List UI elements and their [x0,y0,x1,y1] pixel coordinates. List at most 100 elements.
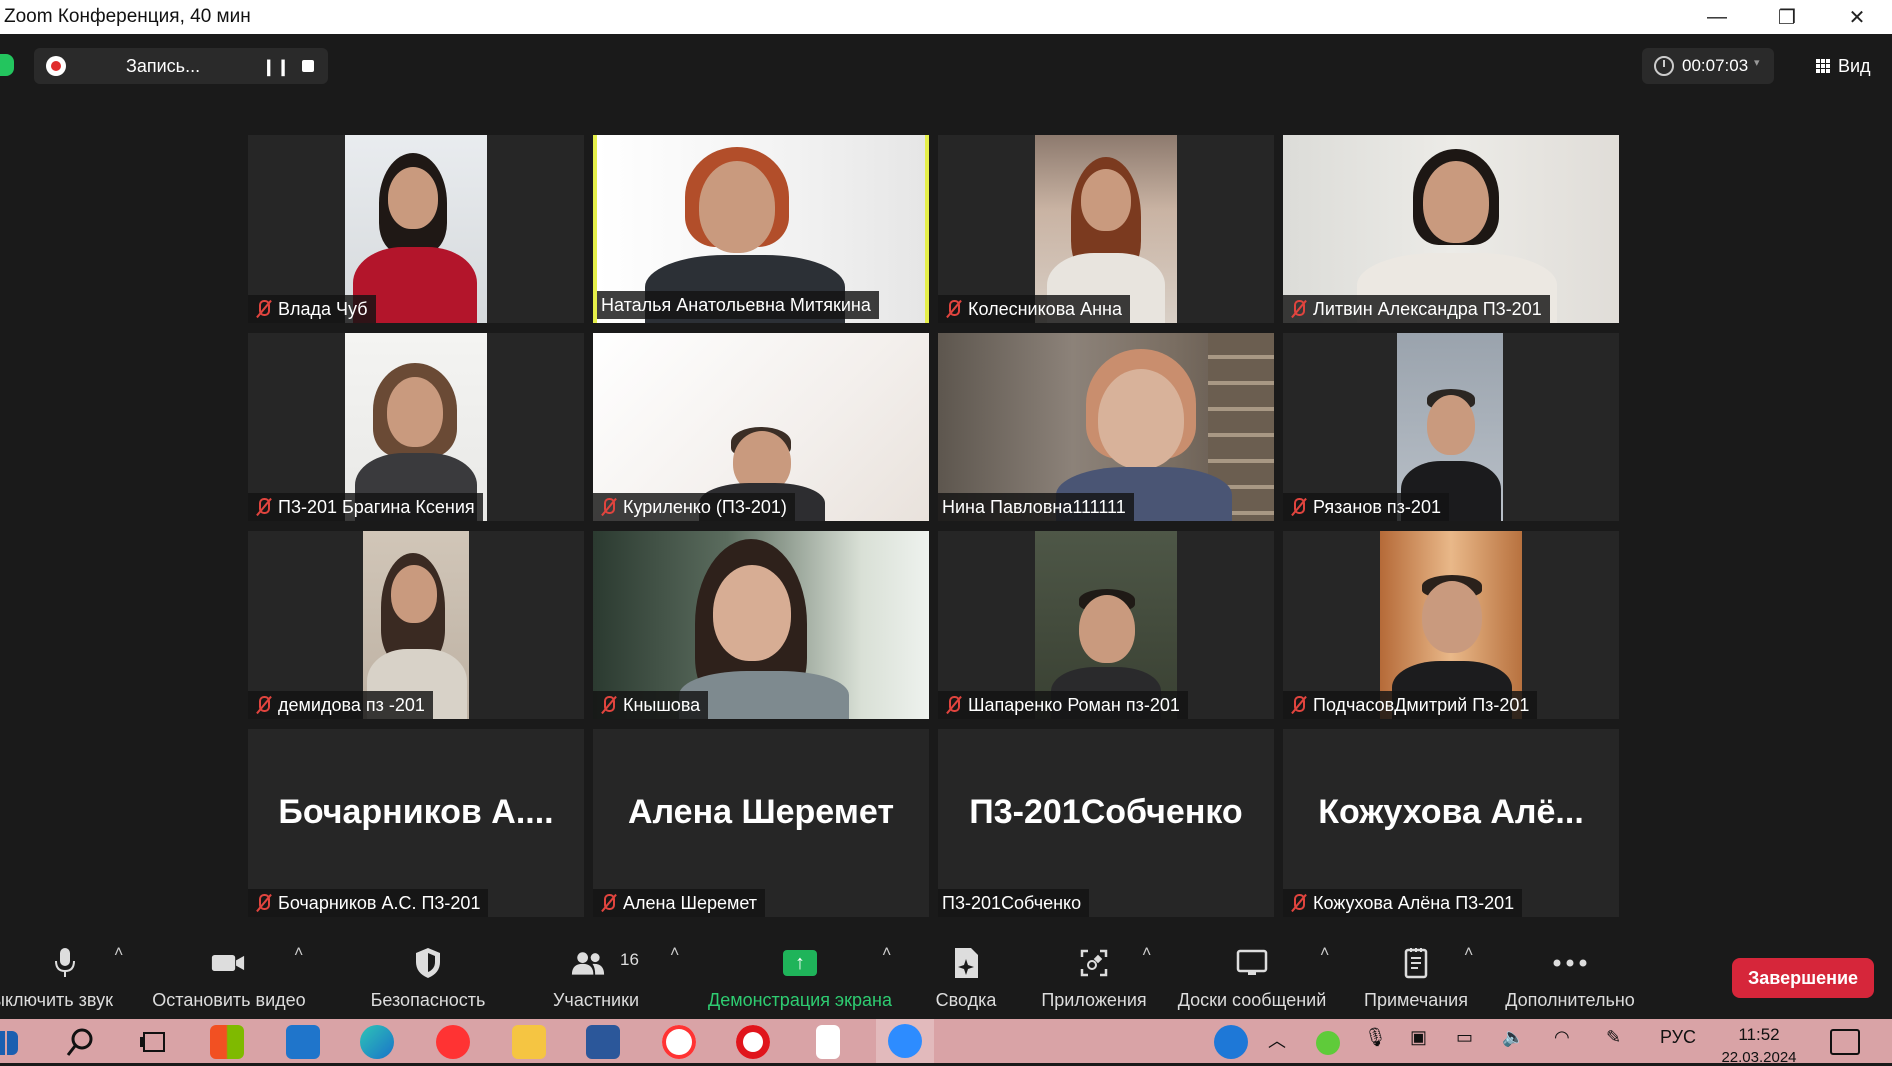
close-button[interactable]: ✕ [1822,0,1892,34]
participant-tile[interactable]: Куриленко (П3-201) [593,333,929,521]
word-icon[interactable] [586,1025,620,1059]
participant-tile-no-video[interactable]: Бочарников А.... Бочарников А.С. П3-201 [248,729,584,917]
pause-recording-button[interactable]: ❙❙ [262,57,291,77]
stop-recording-button[interactable] [302,60,314,72]
participant-tile-active-speaker[interactable]: Наталья Анатольевна Митякина [593,135,929,323]
participant-tile-no-video[interactable]: П3-201Собченко П3-201Собченко [938,729,1274,917]
participant-tile[interactable]: демидова пз -201 [248,531,584,719]
participants-button[interactable]: 16 ˄ Участники [540,930,679,1019]
zoom-taskbar-item[interactable] [876,1019,934,1063]
windows-start-icon[interactable] [0,1031,18,1055]
participant-name-bar: П3-201 Брагина Ксения [248,493,483,521]
restore-button[interactable]: ❐ [1752,0,1822,34]
search-icon[interactable] [64,1025,98,1059]
participant-name: Колесникова Анна [968,298,1122,319]
participant-tile[interactable]: Кнышова [593,531,929,719]
task-view-icon[interactable] [138,1025,172,1059]
participant-tile[interactable]: Рязанов пз-201 [1283,333,1619,521]
chevron-up-icon[interactable]: ˄ [114,944,123,962]
participant-name-bar: Кнышова [593,691,709,719]
pen-icon[interactable]: ✎ [1606,1027,1621,1048]
participant-tile[interactable]: Шапаренко Роман пз-201 [938,531,1274,719]
summary-button[interactable]: Сводка [926,930,1006,1019]
stop-video-button[interactable]: ˄ Остановить видео [148,930,310,1019]
participant-name: Кожухова Алёна П3-201 [1313,892,1515,913]
meeting-toolbar: ˄ ыключить звук ˄ Остановить видео Безоп… [0,930,1892,1019]
participant-name-bar: Наталья Анатольевна Митякина [597,291,879,319]
participant-name: П3-201 Брагина Ксения [278,496,475,517]
microsoft-store-icon[interactable] [210,1025,244,1059]
show-hidden-icons-chevron-icon[interactable]: ︿ [1268,1027,1286,1053]
volume-icon[interactable]: 🔈 [1502,1027,1524,1048]
notes-button[interactable]: ˄ Примечания [1358,930,1474,1019]
opera-icon[interactable] [736,1025,770,1059]
participant-name-bar: Алена Шеремет [593,889,766,917]
battery-icon[interactable]: ▭ [1456,1027,1473,1048]
participants-icon [571,948,605,978]
participant-name: Нина Павловна111111 [942,496,1126,517]
chevron-up-icon[interactable]: ˄ [294,944,303,962]
chevron-up-icon[interactable]: ˄ [670,944,679,962]
more-label: Дополнительно [1505,990,1635,1010]
participant-big-name: Бочарников А.... [278,793,554,831]
clock-date: 22.03.2024 [1721,1049,1797,1066]
yandex-browser-icon[interactable] [662,1025,696,1059]
minimize-button[interactable]: — [1682,0,1752,34]
participant-tile[interactable]: Литвин Александра П3-201 [1283,135,1619,323]
mute-label: ыключить звук [0,990,113,1010]
participant-tile[interactable]: Колесникова Анна [938,135,1274,323]
more-button[interactable]: Дополнительно [1500,930,1640,1019]
antivirus-icon[interactable] [1316,1031,1340,1055]
participant-tile[interactable]: ПодчасовДмитрий Пз-201 [1283,531,1619,719]
chevron-down-icon: ▾ [1754,57,1760,69]
mic-muted-icon [1289,299,1307,319]
yandex-icon[interactable] [436,1025,470,1059]
windows-taskbar: ︿ 🎙 ▣ ▭ 🔈 ◠ ✎ РУС 11:52 22.03.2024 [0,1019,1892,1066]
microphone-tray-icon[interactable]: 🎙 [1364,1027,1387,1048]
security-button[interactable]: Безопасность [358,930,498,1019]
mute-button[interactable]: ˄ ыключить звук [0,930,130,1019]
participant-name-bar: Куриленко (П3-201) [593,493,795,521]
help-icon[interactable] [1214,1025,1248,1059]
microphone-icon [48,948,82,978]
participant-tile[interactable]: Нина Павловна111111 [938,333,1274,521]
document-icon[interactable] [816,1025,840,1059]
chevron-up-icon[interactable]: ˄ [1320,944,1329,962]
participant-name-bar: Влада Чуб [248,295,376,323]
device-tray-icon[interactable]: ▣ [1410,1027,1427,1048]
notifications-icon[interactable] [1830,1029,1860,1055]
recording-label: Запись... [126,56,201,76]
meeting-timer[interactable]: 00:07:03 ▾ [1642,48,1774,84]
participant-big-name: Кожухова Алё... [1318,793,1584,831]
participant-name: Рязанов пз-201 [1313,496,1441,517]
mail-icon[interactable] [286,1025,320,1059]
share-screen-label: Демонстрация экрана [708,990,892,1010]
mic-muted-icon [944,299,962,319]
participant-name: Алена Шеремет [623,892,758,913]
apps-button[interactable]: ˄ Приложения [1034,930,1154,1019]
encryption-shield-icon[interactable] [0,54,14,76]
wifi-icon[interactable]: ◠ [1554,1027,1570,1048]
mic-muted-icon [1289,497,1307,517]
chevron-up-icon[interactable]: ˄ [1142,944,1151,962]
language-indicator[interactable]: РУС [1660,1027,1696,1048]
participant-tile-no-video[interactable]: Кожухова Алё... Кожухова Алёна П3-201 [1283,729,1619,917]
chevron-up-icon[interactable]: ˄ [882,944,891,962]
mic-muted-icon [1289,893,1307,913]
end-meeting-button[interactable]: Завершение [1732,958,1874,998]
participant-name: Наталья Анатольевна Митякина [601,294,871,315]
view-button[interactable]: Вид [1806,48,1886,84]
participant-tile[interactable]: Влада Чуб [248,135,584,323]
edge-browser-icon[interactable] [360,1025,394,1059]
participant-tile[interactable]: П3-201 Брагина Ксения [248,333,584,521]
participant-name-bar: Кожухова Алёна П3-201 [1283,889,1523,917]
participant-tile-no-video[interactable]: Алена Шеремет Алена Шеремет [593,729,929,917]
chevron-up-icon[interactable]: ˄ [1464,944,1473,962]
share-screen-button[interactable]: ↑ ˄ Демонстрация экрана [700,930,900,1019]
participant-big-name: П3-201Собченко [969,793,1243,831]
clock[interactable]: 11:52 22.03.2024 [1714,1019,1804,1066]
recording-dot-icon [46,56,66,76]
file-explorer-icon[interactable] [512,1025,546,1059]
whiteboards-button[interactable]: ˄ Доски сообщений [1172,930,1332,1019]
timer-value: 00:07:03 [1682,56,1749,75]
